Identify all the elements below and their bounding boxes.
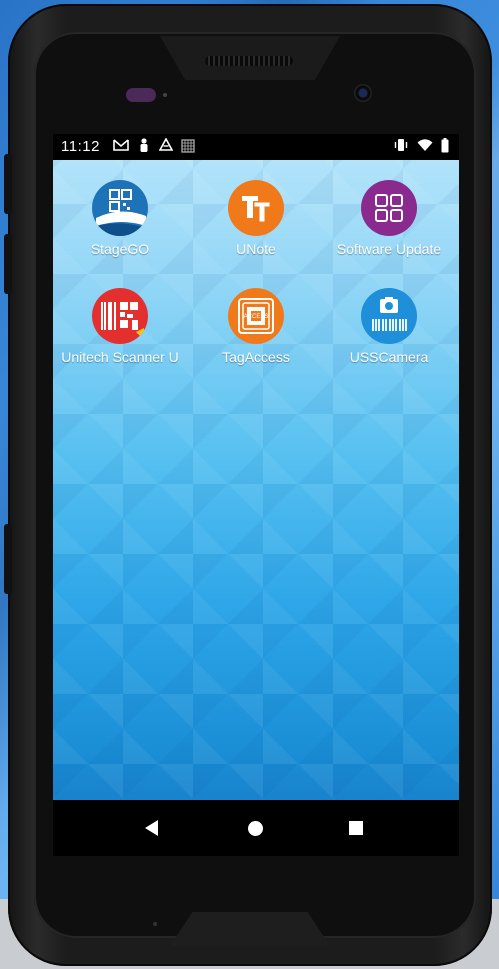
front-camera <box>354 84 372 102</box>
person-icon <box>139 138 149 157</box>
status-time: 11:12 <box>61 138 100 155</box>
software-update-icon <box>361 180 417 236</box>
unote-icon <box>228 180 284 236</box>
scan-side-button <box>4 524 12 594</box>
wifi-icon <box>417 138 433 156</box>
light-sensor <box>163 93 167 97</box>
app-stagego[interactable]: StageGO <box>55 180 185 257</box>
app-software-update[interactable]: Software Update <box>324 180 454 257</box>
app-label: USSCamera <box>349 349 429 365</box>
app-label: Software Update <box>336 241 442 257</box>
app-unitech-scanner[interactable]: Unitech Scanner U <box>55 288 185 365</box>
volume-down-button <box>4 234 12 294</box>
phone-screen: 11:12 StageGO UNote Software Update Unit… <box>53 134 459 856</box>
app-label: StageGO <box>90 241 150 257</box>
app-usscamera[interactable]: USSCamera <box>324 288 454 365</box>
proximity-sensor <box>126 88 156 102</box>
tagaccess-icon: ACCESS <box>228 288 284 344</box>
back-button[interactable] <box>145 820 158 836</box>
app-label: UNote <box>236 241 276 257</box>
battery-icon <box>441 138 449 157</box>
app-label: TagAccess <box>222 349 290 365</box>
recents-button[interactable] <box>349 821 363 835</box>
usscamera-icon <box>361 288 417 344</box>
app-tagaccess[interactable]: ACCESS TagAccess <box>191 288 321 365</box>
bottom-housing <box>170 912 330 946</box>
app-unote[interactable]: UNote <box>191 180 321 257</box>
stagego-icon <box>92 180 148 236</box>
volume-up-button <box>4 154 12 214</box>
microphone <box>153 922 157 926</box>
scanner-utility-icon <box>92 288 148 344</box>
vibrate-icon <box>393 138 409 156</box>
app-label: Unitech Scanner U <box>61 349 179 365</box>
navigation-bar <box>53 800 459 856</box>
earpiece-speaker <box>205 56 293 66</box>
svg-text:ACCESS: ACCESS <box>244 314 269 320</box>
gmail-icon <box>113 138 129 156</box>
status-bar: 11:12 <box>53 134 459 160</box>
home-button[interactable] <box>248 821 263 836</box>
drive-icon <box>158 137 174 156</box>
calendar-icon <box>181 138 195 157</box>
